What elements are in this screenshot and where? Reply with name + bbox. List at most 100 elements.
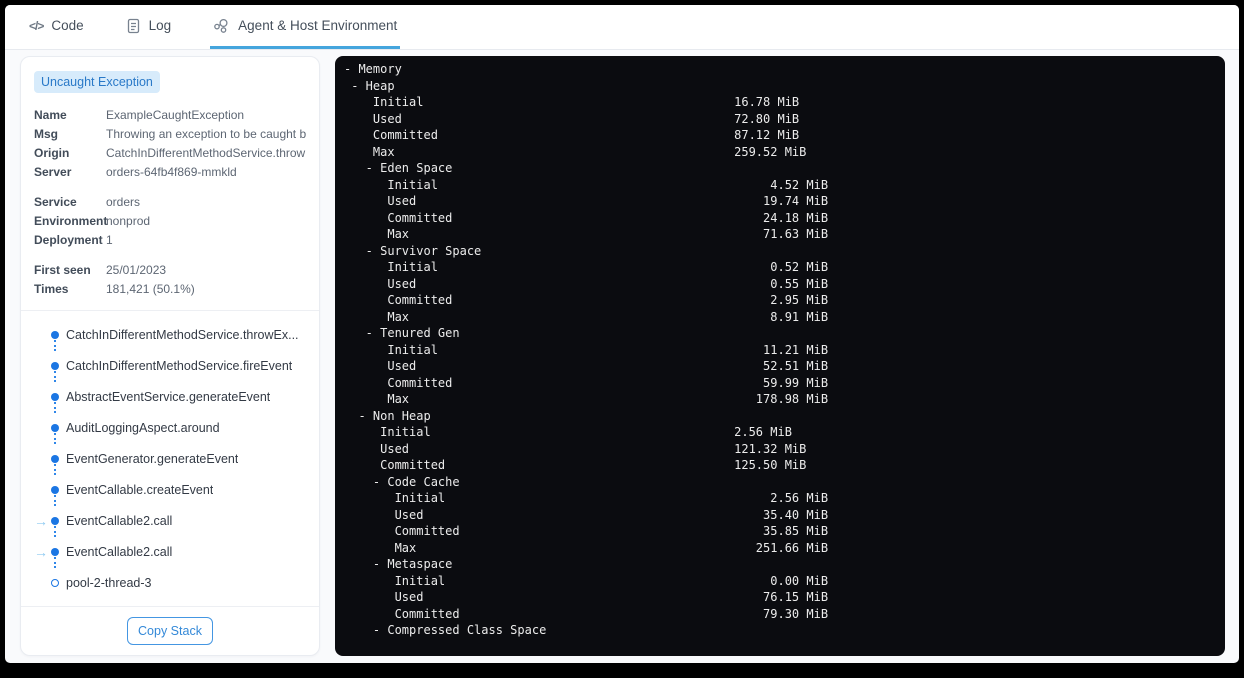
stack-frame-label: CatchInDifferentMethodService.fireEvent [66, 358, 293, 373]
stack-frame[interactable]: CatchInDifferentMethodService.throwEx... [34, 319, 306, 351]
memory-tree-value-line: Committed 2.95 MiB [344, 293, 829, 307]
field-label: Environment [34, 214, 108, 228]
memory-tree-group-line[interactable]: - Tenured Gen [344, 325, 1225, 342]
field-label: Service [34, 195, 77, 209]
stack-frame-label: EventCallable2.call [66, 513, 173, 528]
app-window: </> Code Log Agent & Host Environment Uncau… [5, 5, 1239, 663]
frame-dot-icon [51, 516, 59, 525]
field-label: Name [34, 108, 67, 122]
memory-tree-value-line: Committed 125.50 MiB [344, 458, 807, 472]
frame-dot-icon [51, 423, 59, 432]
exception-fields: Name ExampleCaughtException Msg Throwing an… [34, 106, 306, 299]
memory-tree-value-line: Used 72.80 MiB [344, 111, 800, 126]
tab-code[interactable]: </> Code [26, 5, 87, 49]
stack-frame[interactable]: → EventCallable2.call [34, 505, 306, 537]
frame-dot-icon [51, 485, 59, 494]
memory-tree-group-line[interactable]: - Eden Space [344, 160, 1225, 177]
field-row: Msg Throwing an exception to be caught by… [34, 125, 306, 144]
stack-frame[interactable]: → EventCallable2.call [34, 536, 306, 568]
memory-tree-value-line: Initial 16.78 MiB [344, 95, 800, 109]
memory-tree-value-line: Used 52.51 MiB [344, 359, 829, 373]
field-label: Origin [34, 146, 70, 160]
field-label: Msg [34, 127, 58, 141]
current-frame-arrow-icon: → [34, 512, 48, 529]
frame-dot-icon [51, 547, 59, 556]
field-row: Origin CatchInDifferentMethodService.thro… [34, 144, 306, 163]
field-value: orders [106, 195, 141, 209]
field-value: Throwing an exception to be caught by a … [106, 127, 306, 141]
field-value: 25/01/2023 [106, 263, 167, 277]
memory-tree-value-line: Used 121.32 MiB [344, 441, 807, 456]
memory-tree-value-line: Committed 59.99 MiB [344, 375, 829, 390]
frame-dot-icon [51, 330, 59, 339]
tab-label: Code [51, 18, 84, 33]
frame-dot-icon [51, 361, 59, 370]
memory-tree-group-line[interactable]: - Survivor Space [344, 243, 1225, 260]
tab-label: Log [148, 18, 172, 33]
field-label: Times [34, 282, 69, 296]
copy-stack-button[interactable]: Copy Stack [127, 617, 213, 645]
stack-frame[interactable]: AbstractEventService.generateEvent [34, 381, 306, 413]
stack-frame[interactable]: EventCallable.createEvent [34, 474, 306, 506]
memory-tree-value-line: Initial 4.52 MiB [344, 177, 829, 192]
stack-frame-label: CatchInDifferentMethodService.throwEx... [66, 327, 299, 342]
field-group: First seen 25/01/2023 Times 181,421 (50.1%) [34, 261, 306, 299]
memory-tree-group-line[interactable]: - Metaspace [344, 556, 1225, 573]
stack-frame-label: EventGenerator.generateEvent [66, 451, 239, 466]
memory-tree-group-line[interactable]: - Code Cache [344, 474, 1225, 491]
stack-frame-label: pool-2-thread-3 [66, 575, 152, 590]
stack-frame[interactable]: pool-2-thread-3 [34, 567, 306, 598]
memory-tree-value-line: Used 35.40 MiB [344, 507, 829, 522]
stack-frame-label: EventCallable2.call [66, 544, 173, 559]
agent-icon [213, 18, 230, 34]
stack-frame[interactable]: EventGenerator.generateEvent [34, 443, 306, 475]
tab-bar: </> Code Log Agent & Host Environment [5, 5, 1239, 50]
stack-frame-label: AuditLoggingAspect.around [66, 420, 220, 435]
frame-dot-icon [51, 392, 59, 401]
current-frame-arrow-icon: → [34, 543, 48, 560]
memory-tree-value-line: Initial 2.56 MiB [344, 491, 829, 505]
memory-tree-value-line: Max 8.91 MiB [344, 309, 829, 324]
memory-tree-value-line: Committed 35.85 MiB [344, 524, 829, 538]
code-icon: </> [29, 18, 44, 33]
memory-tree-value-line: Max 259.52 MiB [344, 144, 807, 159]
exception-panel: Uncaught Exception Name ExampleCaughtExce… [20, 56, 320, 656]
memory-tree-value-line: Max 251.66 MiB [344, 540, 829, 555]
memory-tree-value-line: Initial 11.21 MiB [344, 342, 829, 357]
field-row: Deployment 1 [34, 231, 306, 250]
stack-frame[interactable]: CatchInDifferentMethodService.fireEvent [34, 350, 306, 382]
memory-tree: - Memory - Heap Initial 16.78 MiB Used 7… [335, 56, 1225, 656]
field-row: Server orders-64fb4f869-mmkld [34, 163, 306, 182]
thread-dot-icon [51, 578, 59, 587]
stack-trace: CatchInDifferentMethodService.throwEx...… [34, 319, 306, 598]
divider [21, 310, 319, 311]
memory-tree-group-line[interactable]: - Compressed Class Space [344, 622, 1225, 639]
memory-tree-group-line[interactable]: - Heap [344, 78, 1225, 95]
memory-tree-value-line: Used 19.74 MiB [344, 194, 829, 208]
stack-frame[interactable]: AuditLoggingAspect.around [34, 412, 306, 444]
content-area: Uncaught Exception Name ExampleCaughtExce… [5, 50, 1239, 663]
field-value: 1 [106, 233, 113, 247]
memory-tree-value-line: Committed 24.18 MiB [344, 210, 829, 225]
tab-label: Agent & Host Environment [238, 18, 398, 33]
field-row: First seen 25/01/2023 [34, 261, 306, 280]
memory-tree-group-line[interactable]: - Non Heap [344, 408, 1225, 425]
field-value: 181,421 (50.1%) [106, 282, 195, 296]
memory-tree-value-line: Used 76.15 MiB [344, 590, 829, 604]
memory-tree-value-line: Initial 0.00 MiB [344, 573, 829, 588]
field-label: First seen [34, 263, 91, 277]
tab-agent-host-environment[interactable]: Agent & Host Environment [210, 5, 401, 49]
memory-tree-value-line: Initial 2.56 MiB [344, 425, 792, 439]
field-label: Server [34, 165, 72, 179]
memory-tree-value-line: Used 0.55 MiB [344, 276, 829, 291]
field-group: Service orders Environment nonprod Deploymen… [34, 193, 306, 250]
memory-tree-value-line: Initial 0.52 MiB [344, 260, 829, 274]
field-row: Environment nonprod [34, 212, 306, 231]
memory-tree-group-line[interactable]: - Memory [344, 61, 1225, 78]
field-row: Times 181,421 (50.1%) [34, 280, 306, 299]
field-row: Service orders [34, 193, 306, 212]
copy-stack-row: Copy Stack [34, 617, 306, 645]
log-icon [126, 18, 141, 34]
memory-tree-value-line: Committed 87.12 MiB [344, 128, 800, 142]
tab-log[interactable]: Log [123, 5, 175, 49]
